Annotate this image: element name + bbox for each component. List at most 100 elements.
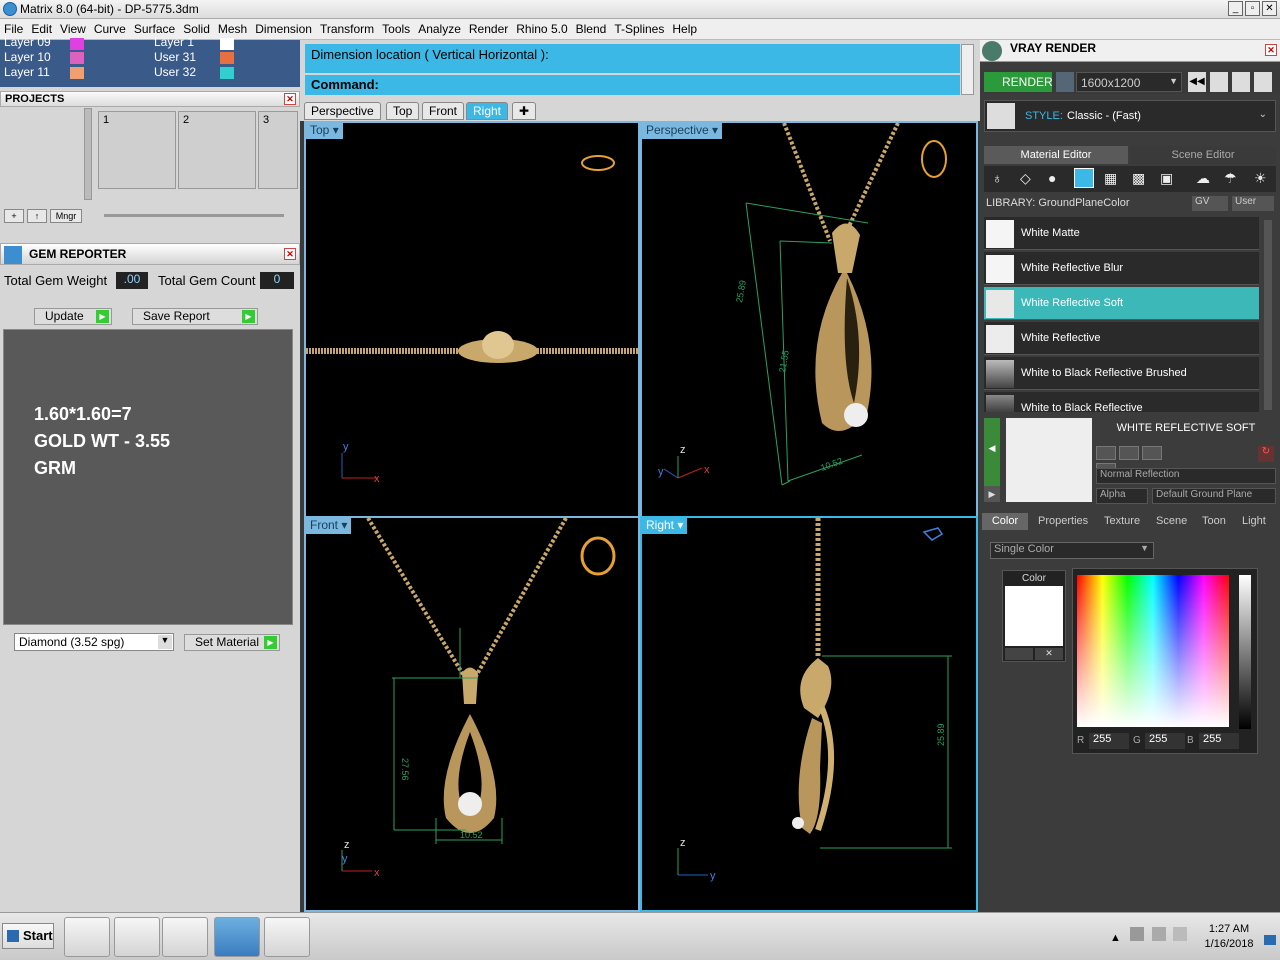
resolution-select[interactable]: 1600x1200 ▼ [1076, 72, 1182, 92]
tab-toon[interactable]: Toon [1202, 513, 1226, 530]
copy-icon[interactable] [1119, 446, 1139, 460]
add-icon[interactable]: + [4, 209, 24, 223]
tab-light[interactable]: Light [1242, 513, 1266, 530]
media-player-icon[interactable] [162, 917, 208, 957]
project-slot-1[interactable]: 1 [98, 111, 176, 189]
environment-icon[interactable]: ☁ [1196, 170, 1210, 187]
tab-top[interactable]: Top [386, 102, 420, 120]
show-desktop-button[interactable] [1264, 935, 1276, 945]
viewport-perspective[interactable]: Perspective ▾ 25.89 21.55 10.52 z y x [640, 121, 978, 518]
close-icon[interactable]: ✕ [284, 93, 296, 105]
grid-icon[interactable] [1254, 72, 1272, 92]
tab-texture[interactable]: Texture [1104, 513, 1140, 530]
close-button[interactable]: ✕ [1262, 1, 1277, 16]
layer-row[interactable]: User 32 [154, 65, 196, 80]
light-icon[interactable]: ☀ [1254, 170, 1267, 187]
material-item[interactable]: White to Black Reflective [984, 392, 1259, 412]
reflection-select[interactable]: Normal Reflection [1096, 468, 1276, 484]
menu-curve[interactable]: Curve [90, 19, 130, 39]
layer-color-swatch[interactable] [220, 38, 234, 50]
matrix-app-icon[interactable] [214, 917, 260, 957]
minimize-button[interactable]: _ [1228, 1, 1243, 16]
set-material-button[interactable]: Set Material ▶ [184, 634, 280, 651]
export-icon[interactable] [1142, 446, 1162, 460]
volume-icon[interactable] [1172, 927, 1187, 941]
gem-icon[interactable]: ◇ [1020, 170, 1031, 187]
alpha-toggle[interactable]: Alpha [1096, 488, 1148, 504]
reset-icon[interactable]: ↻ [1258, 446, 1274, 462]
viewport-right[interactable]: Right ▾ 25.89 z y [640, 516, 978, 912]
fx-icon[interactable]: ☂ [1224, 170, 1237, 187]
menu-tsplines[interactable]: T-Splines [610, 19, 668, 39]
g-input[interactable]: 255 [1145, 733, 1185, 749]
start-button[interactable]: Start [2, 923, 54, 949]
gv-toggle[interactable]: GV [1192, 196, 1228, 211]
command-scrollbar[interactable] [961, 44, 974, 95]
project-slot-3[interactable]: 3 [258, 111, 298, 189]
save-report-button[interactable]: Save Report ▶ [132, 308, 258, 325]
tab-right[interactable]: Right [466, 102, 509, 120]
action-center-icon[interactable] [1130, 927, 1145, 941]
tab-front[interactable]: Front [422, 102, 465, 120]
project-slot-2[interactable]: 2 [178, 111, 256, 189]
network-icon[interactable] [1151, 927, 1166, 941]
color-swatch[interactable] [1005, 586, 1063, 646]
internet-explorer-icon[interactable] [114, 917, 160, 957]
tab-perspective[interactable]: Perspective [304, 102, 381, 120]
style-select[interactable]: STYLE: Classic - (Fast) ⌄ [984, 100, 1276, 132]
menu-transform[interactable]: Transform [316, 19, 378, 39]
rewind-icon[interactable]: ◀◀ [1188, 72, 1206, 92]
material-select[interactable]: Diamond (3.52 spg) ▼ [14, 633, 174, 651]
tab-material-editor[interactable]: Material Editor [984, 146, 1128, 164]
clock[interactable]: 1:27 AM 1/16/2018 [1196, 923, 1262, 950]
layer-row[interactable]: Layer 09 [4, 35, 51, 50]
layer-row[interactable]: Layer 1 [154, 35, 194, 50]
palette-icon[interactable] [1005, 648, 1033, 660]
clear-color-icon[interactable]: ✕ [1035, 648, 1063, 660]
menu-view[interactable]: View [56, 19, 90, 39]
material-item[interactable]: White Reflective [984, 322, 1259, 355]
update-button[interactable]: Update ▶ [34, 308, 112, 325]
checker-icon[interactable]: ▣ [1160, 170, 1173, 187]
up-arrow-icon[interactable]: ↑ [27, 209, 47, 223]
projects-scrollbar[interactable] [84, 108, 92, 200]
b-input[interactable]: 255 [1199, 733, 1239, 749]
gem-notes-area[interactable]: 1.60*1.60=7 GOLD WT - 3.55 GRM [3, 329, 293, 625]
image-viewer-icon[interactable] [264, 917, 310, 957]
close-icon[interactable]: ✕ [1265, 44, 1277, 56]
menu-blend[interactable]: Blend [572, 19, 611, 39]
layer-row[interactable]: Layer 11 [4, 65, 50, 80]
color-mode-select[interactable]: Single Color ▼ [990, 542, 1154, 559]
layer-color-swatch[interactable] [70, 38, 84, 50]
color-field[interactable] [1077, 575, 1229, 727]
menu-mesh[interactable]: Mesh [214, 19, 251, 39]
layer-color-swatch[interactable] [220, 52, 234, 64]
menu-tools[interactable]: Tools [378, 19, 414, 39]
tray-expand-icon[interactable]: ▲ [1110, 932, 1121, 944]
brightness-slider[interactable] [1239, 575, 1251, 729]
material-list-scrollbar[interactable] [1264, 220, 1272, 410]
save-icon[interactable] [1096, 446, 1116, 460]
render-button[interactable]: RENDER [984, 72, 1053, 92]
pattern-icon[interactable]: ▦ [1104, 170, 1117, 187]
maximize-button[interactable]: ▫ [1245, 1, 1260, 16]
viewport-front[interactable]: Front ▾ 27.56 10.52 z y x [304, 516, 640, 912]
projects-slider[interactable] [104, 214, 284, 217]
close-icon[interactable]: ✕ [284, 248, 296, 260]
layer-row[interactable]: Layer 10 [4, 50, 51, 65]
sphere-icon[interactable]: ● [1048, 170, 1056, 186]
menu-dimension[interactable]: Dimension [251, 19, 316, 39]
r-input[interactable]: 255 [1089, 733, 1129, 749]
manager-button[interactable]: Mngr [50, 209, 82, 223]
window-icon[interactable] [1210, 72, 1228, 92]
explorer-icon[interactable] [64, 917, 110, 957]
tab-properties[interactable]: Properties [1038, 513, 1088, 530]
user-toggle[interactable]: User [1232, 196, 1274, 211]
layer-color-swatch[interactable] [70, 67, 84, 79]
tab-scene[interactable]: Scene [1156, 513, 1187, 530]
viewport-top[interactable]: Top ▾ y x [304, 121, 640, 518]
layer-row[interactable]: User 31 [154, 50, 196, 65]
ground-plane-icon[interactable] [1074, 168, 1094, 188]
tab-color[interactable]: Color [982, 513, 1028, 530]
ground-plane-select[interactable]: Default Ground Plane [1152, 488, 1276, 504]
